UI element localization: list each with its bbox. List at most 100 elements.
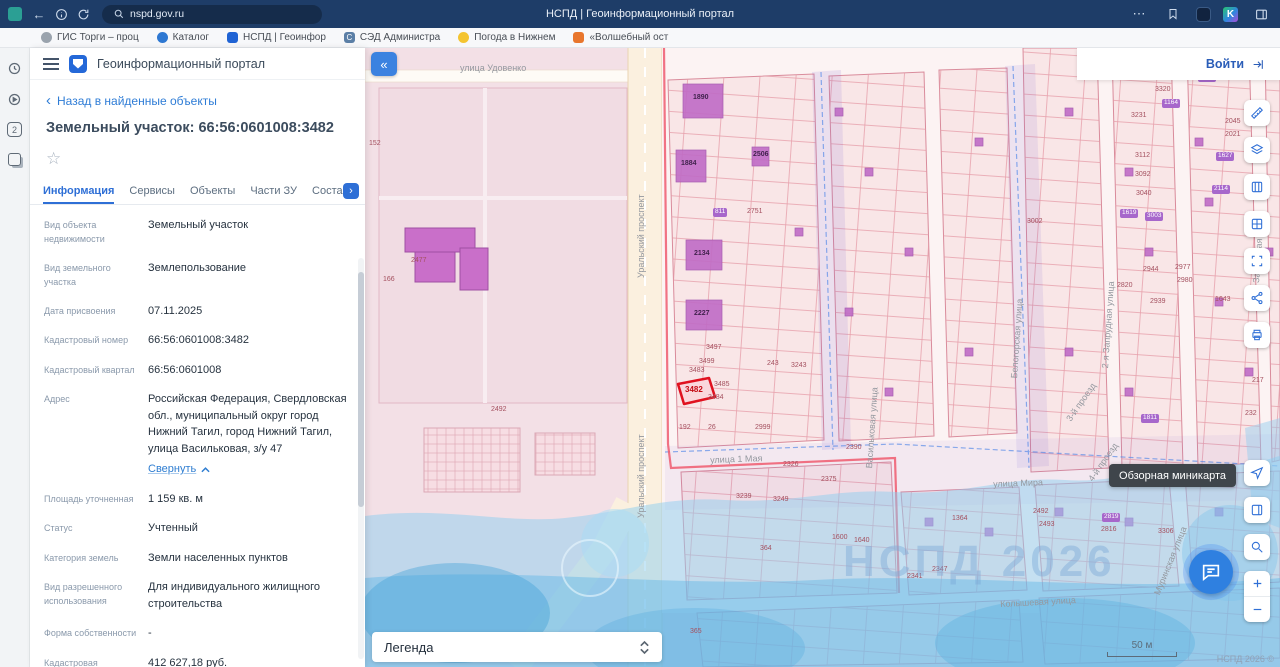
- field-value: 07.11.2025: [148, 303, 202, 320]
- field-label: Вид разрешенного использования: [44, 579, 148, 612]
- field-value: 1 159 кв. м: [148, 491, 203, 508]
- object-title: Земельный участок: 66:56:0601008:3482: [46, 120, 349, 136]
- scale-bar: 50 м: [1107, 640, 1177, 657]
- field-label: Кадастровая стоимость: [44, 655, 148, 667]
- field-value: -: [148, 625, 152, 642]
- favorite-star-icon[interactable]: ☆: [46, 149, 66, 169]
- menu-icon[interactable]: [43, 58, 59, 70]
- tab-actions-icon[interactable]: [8, 7, 22, 21]
- sessions-icon[interactable]: [6, 60, 23, 77]
- tab-services[interactable]: Сервисы: [129, 179, 175, 204]
- login-icon: [1251, 58, 1266, 71]
- field-row: Вид земельного участкаЗемлепользование: [44, 260, 351, 290]
- field-label: Адрес: [44, 391, 148, 478]
- weather-sun-icon: [458, 32, 469, 43]
- portal-header: Геоинформационный портал: [30, 48, 365, 80]
- grid-tool-button[interactable]: [1244, 211, 1270, 237]
- field-label: Кадастровый квартал: [44, 362, 148, 379]
- bookmarks-bar: ГИС Торги – проц Каталог НСПД | Геоинфор…: [0, 28, 1280, 48]
- bookmark-item[interactable]: Каталог: [150, 30, 216, 46]
- field-label: Площадь уточненная: [44, 491, 148, 508]
- zoom-in-button[interactable]: [1244, 571, 1270, 597]
- object-panel: Геоинформационный портал ‹ Назад в найде…: [30, 48, 365, 667]
- play-circle-icon[interactable]: [6, 91, 23, 108]
- field-value: Земли населенных пунктов: [148, 550, 288, 567]
- url-text: nspd.gov.ru: [130, 8, 184, 20]
- favorites-icon[interactable]: [1162, 3, 1184, 25]
- scale-label: 50 м: [1107, 640, 1177, 651]
- catalog-icon: [157, 32, 168, 43]
- print-button[interactable]: [1244, 322, 1270, 348]
- panel-scrollbar-thumb[interactable]: [358, 272, 364, 507]
- tabs-scroll-right-button[interactable]: ›: [343, 183, 359, 199]
- field-row: Дата присвоения07.11.2025: [44, 303, 351, 320]
- legend-bar[interactable]: Легенда: [372, 632, 662, 662]
- nspd-icon: [227, 32, 238, 43]
- field-row-address: Адрес Российская Федерация, Свердловская…: [44, 391, 351, 478]
- object-fields: Вид объекта недвижимостиЗемельный участо…: [30, 205, 365, 667]
- sidebar-toggle-icon[interactable]: [1250, 3, 1272, 25]
- tab-count-badge[interactable]: 2: [7, 122, 22, 137]
- info-icon[interactable]: [50, 3, 72, 25]
- bookmark-item[interactable]: ГИС Торги – проц: [34, 30, 146, 46]
- field-value: Землепользование: [148, 260, 246, 290]
- profile-avatar[interactable]: [1196, 7, 1211, 22]
- panel-scrollbar[interactable]: [358, 258, 364, 659]
- bookmark-item[interactable]: «Волшебный ост: [566, 30, 675, 46]
- kaspersky-extension-icon[interactable]: K: [1223, 7, 1238, 22]
- chat-assistant-button[interactable]: [1189, 550, 1233, 594]
- more-icon[interactable]: ⋯: [1128, 3, 1150, 25]
- site-icon: [573, 32, 584, 43]
- collections-icon[interactable]: [6, 151, 23, 168]
- tab-parts[interactable]: Части ЗУ: [250, 179, 297, 204]
- minimap-tooltip: Обзорная миникарта: [1109, 464, 1236, 487]
- field-row: Вид разрешенного использованияДля индиви…: [44, 579, 351, 612]
- tab-objects[interactable]: Объекты: [190, 179, 235, 204]
- address-bar[interactable]: nspd.gov.ru: [102, 5, 322, 24]
- zoom-out-button[interactable]: [1244, 597, 1270, 622]
- browser-side-strip: 2: [0, 48, 30, 667]
- field-row: Вид объекта недвижимостиЗемельный участо…: [44, 217, 351, 247]
- field-value: 66:56:0601008: [148, 362, 221, 379]
- field-label: Дата присвоения: [44, 303, 148, 320]
- login-bar[interactable]: Войти: [1077, 48, 1280, 80]
- bookmark-item[interactable]: ССЭД Администра: [337, 30, 447, 46]
- side-panel-button[interactable]: [1244, 497, 1270, 523]
- field-value: 66:56:0601008:3482: [148, 332, 249, 349]
- panel-tabs: Информация Сервисы Объекты Части ЗУ Сост…: [30, 179, 365, 205]
- field-row: Площадь уточненная1 159 кв. м: [44, 491, 351, 508]
- back-to-results-link[interactable]: ‹ Назад в найденные объекты: [46, 94, 349, 108]
- field-row: Кадастровый номер66:56:0601008:3482: [44, 332, 351, 349]
- extent-frame-button[interactable]: [1244, 248, 1270, 274]
- search-icon: [114, 9, 124, 19]
- nspd-logo[interactable]: [69, 55, 87, 73]
- layers-button[interactable]: [1244, 137, 1270, 163]
- field-label: Кадастровый номер: [44, 332, 148, 349]
- field-value: Учтенный: [148, 520, 198, 537]
- field-value: Российская Федерация, Свердловская обл.,…: [148, 391, 351, 478]
- field-label: Форма собственности: [44, 625, 148, 642]
- chevron-up-icon: [201, 467, 210, 473]
- bookmark-item[interactable]: Погода в Нижнем: [451, 30, 562, 46]
- field-row: Категория земельЗемли населенных пунктов: [44, 550, 351, 567]
- field-row: СтатусУчтенный: [44, 520, 351, 537]
- chat-bubble-icon: [1200, 561, 1222, 583]
- collapse-address-link[interactable]: Свернуть: [148, 461, 210, 478]
- tab-information[interactable]: Информация: [43, 179, 114, 204]
- overview-minimap-button[interactable]: [1244, 460, 1270, 486]
- share-button[interactable]: [1244, 285, 1270, 311]
- cadastral-map[interactable]: улица УдовенкоУральский проспектУральски…: [365, 48, 1280, 667]
- globe-icon: [41, 32, 52, 43]
- portal-title: Геоинформационный портал: [97, 57, 265, 71]
- field-label: Вид объекта недвижимости: [44, 217, 148, 247]
- login-button[interactable]: Войти: [1206, 57, 1244, 71]
- basemap-button[interactable]: [1244, 174, 1270, 200]
- field-value: 412 627,18 руб.: [148, 655, 227, 667]
- back-icon[interactable]: ←: [28, 3, 50, 25]
- bookmark-item[interactable]: НСПД | Геоинфор: [220, 30, 333, 46]
- reload-icon[interactable]: [72, 3, 94, 25]
- measure-tool-button[interactable]: [1244, 100, 1270, 126]
- identify-layers-button[interactable]: [1244, 534, 1270, 560]
- browser-window: ← nspd.gov.ru НСПД | Геоинформационный п…: [0, 0, 1280, 667]
- panel-collapse-button[interactable]: «: [371, 52, 397, 76]
